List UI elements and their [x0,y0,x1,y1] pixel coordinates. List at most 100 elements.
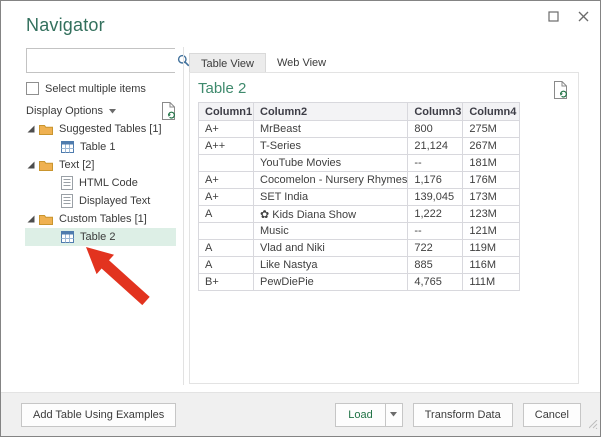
table-cell: -- [408,155,463,172]
table-cell: A+ [199,172,254,189]
table-cell [199,155,254,172]
table-cell: B+ [199,274,254,291]
cancel-button[interactable]: Cancel [523,403,581,427]
load-split-button: Load [335,403,402,427]
transform-data-button[interactable]: Transform Data [413,403,513,427]
table-cell: Vlad and Niki [254,240,408,257]
tree-item-label: Text [2] [59,159,94,171]
document-icon [61,176,73,190]
tree-item-table-2[interactable]: Table 2 [25,228,176,246]
table-cell: 173M [463,189,520,206]
page-title: Navigator [26,15,105,36]
folder-icon [39,124,53,135]
table-cell: 116M [463,257,520,274]
table-cell: A++ [199,138,254,155]
table-row: A+ Cocomelon - Nursery Rhymes 1,176 176M [199,172,520,189]
table-row: A+ SET India 139,045 173M [199,189,520,206]
chevron-down-icon[interactable] [109,109,116,114]
table-row: A Vlad and Niki 722 119M [199,240,520,257]
tree-item-table-1[interactable]: Table 1 [25,138,176,156]
table-cell: 267M [463,138,520,155]
select-multiple-checkbox[interactable] [26,82,39,95]
table-row: Music -- 121M [199,223,520,240]
load-button[interactable]: Load [335,403,384,427]
table-cell: A+ [199,121,254,138]
tree-item-suggested-tables[interactable]: Suggested Tables [1] [25,120,176,138]
table-row: B+ PewDiePie 4,765 111M [199,274,520,291]
panel-divider [183,47,184,385]
table-cell: MrBeast [254,121,408,138]
table-icon [61,231,74,243]
red-annotation-arrow [66,239,161,324]
table-cell: 21,124 [408,138,463,155]
search-input[interactable] [27,49,177,72]
table-cell: PewDiePie [254,274,408,291]
table-cell: 111M [463,274,520,291]
table-cell: 181M [463,155,520,172]
table-cell: Cocomelon - Nursery Rhymes [254,172,408,189]
tab-web-view[interactable]: Web View [266,53,337,73]
tab-table-view[interactable]: Table View [189,53,266,73]
load-dropdown-icon[interactable] [385,403,403,427]
preview-table: Column1 Column2 Column3 Column4 A+ MrBea… [198,102,520,291]
resize-grip[interactable] [589,416,598,434]
table-cell: 1,176 [408,172,463,189]
table-cell: YouTube Movies [254,155,408,172]
table-cell: 1,222 [408,206,463,223]
tree-item-label: Custom Tables [1] [59,213,147,225]
table-row: A Like Nastya 885 116M [199,257,520,274]
folder-icon [39,160,53,171]
column-header[interactable]: Column1 [199,103,254,121]
table-cell: A [199,206,254,223]
tree-item-html-code[interactable]: HTML Code [25,174,176,192]
tree-item-displayed-text[interactable]: Displayed Text [25,192,176,210]
select-multiple-label: Select multiple items [45,83,146,95]
table-cell: 800 [408,121,463,138]
expander-icon[interactable] [27,125,39,133]
table-row: A+ MrBeast 800 275M [199,121,520,138]
table-cell: 4,765 [408,274,463,291]
add-table-using-examples-button[interactable]: Add Table Using Examples [21,403,176,427]
table-cell: 139,045 [408,189,463,206]
column-header[interactable]: Column2 [254,103,408,121]
preview-table-title: Table 2 [198,80,246,97]
tree-item-custom-tables[interactable]: Custom Tables [1] [25,210,176,228]
document-icon [61,194,73,208]
table-cell: A+ [199,189,254,206]
table-cell: -- [408,223,463,240]
footer-bar: Add Table Using Examples Load Transform … [1,392,600,436]
table-cell: 123M [463,206,520,223]
table-row: A ✿ Kids Diana Show 1,222 123M [199,206,520,223]
window-controls [546,9,590,23]
refresh-preview-icon[interactable] [553,81,568,104]
table-cell [199,223,254,240]
close-icon[interactable] [576,9,590,23]
table-cell: T-Series [254,138,408,155]
table-cell: 722 [408,240,463,257]
table-row: A++ T-Series 21,124 267M [199,138,520,155]
table-row: YouTube Movies -- 181M [199,155,520,172]
display-options-label[interactable]: Display Options [26,105,103,117]
display-options-row: Display Options [26,102,176,120]
maximize-icon[interactable] [546,9,560,23]
folder-icon [39,214,53,225]
table-cell: Like Nastya [254,257,408,274]
expander-icon[interactable] [27,161,39,169]
table-cell: 121M [463,223,520,240]
tree-item-text[interactable]: Text [2] [25,156,176,174]
column-header[interactable]: Column3 [408,103,463,121]
refresh-document-icon[interactable] [161,102,176,120]
tree-item-label: Table 1 [80,141,115,153]
table-cell: ✿ Kids Diana Show [254,206,408,223]
table-cell: SET India [254,189,408,206]
expander-icon[interactable] [27,215,39,223]
tree-item-label: Suggested Tables [1] [59,123,162,135]
table-cell: 275M [463,121,520,138]
column-header[interactable]: Column4 [463,103,520,121]
table-cell: A [199,257,254,274]
select-multiple-row: Select multiple items [26,82,146,95]
table-icon [61,141,74,153]
search-box [26,48,175,73]
navigator-dialog: Navigator Select multiple items Display … [0,0,601,437]
view-tabs: Table View Web View [189,53,337,73]
